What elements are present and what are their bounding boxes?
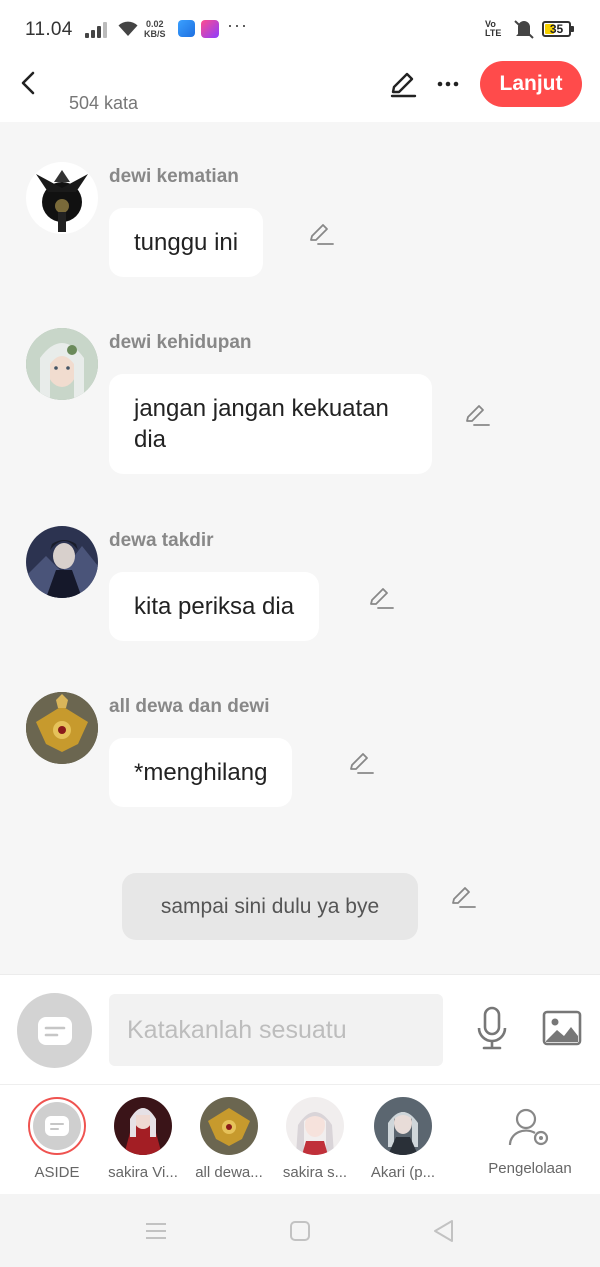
menu-nav-button[interactable] [141,1218,171,1244]
avatar-dewi-kehidupan[interactable] [26,328,98,400]
user-settings-icon [508,1108,549,1146]
triangle-back-icon [434,1220,453,1242]
character-label: all dewa... [195,1164,263,1181]
speaker-name: dewi kematian [109,166,239,187]
network-speed: 0.02 KB/S [144,19,166,39]
back-button[interactable] [14,68,42,98]
avatar-all-dewa-dan-dewi[interactable] [26,692,98,764]
app-notification-icon [178,20,195,37]
edit-message-button[interactable] [366,583,396,613]
microphone-icon [477,1006,507,1050]
pencil-icon [466,405,490,426]
message-bubble[interactable]: tunggu ini [109,208,264,277]
more-icon [437,81,459,87]
battery-icon: 35 [542,21,571,37]
narration-bubble[interactable]: sampai sini dulu ya bye [122,873,418,940]
avatar-dewi-kematian[interactable] [26,162,98,234]
app-notification-icon-2 [201,20,219,38]
speaker-name: dewi kehidupan [109,332,252,353]
edit-message-button[interactable] [462,400,492,430]
manage-characters-button[interactable]: Pengelolaan [480,1107,580,1177]
character-sakira-s[interactable]: sakira s... [272,1097,358,1181]
system-nav-bar [0,1194,600,1267]
back-nav-button[interactable] [428,1218,458,1244]
mute-icon [514,20,534,39]
message-bubble[interactable]: kita periksa dia [109,572,320,641]
edit-message-button[interactable] [306,219,336,249]
pencil-icon [390,72,417,98]
character-all-dewa[interactable]: all dewa... [186,1097,272,1181]
insert-image-button[interactable] [541,1008,583,1048]
character-avatar [28,1097,86,1155]
menu-icon [146,1223,166,1239]
speaker-name: dewa takdir [109,530,214,551]
message-bubble[interactable]: jangan jangan kekuatan dia [109,374,432,474]
character-sakira-vi[interactable]: sakira Vi... [100,1097,186,1181]
square-icon [290,1221,310,1241]
character-akari[interactable]: Akari (p... [360,1097,446,1181]
wifi-icon [118,21,138,36]
voice-input-button[interactable] [471,1005,513,1051]
edit-narration-button[interactable] [448,882,478,912]
volte-icon: Vo LTE [485,19,502,38]
pencil-icon [452,887,476,908]
word-count: 504 kata [69,93,139,113]
character-label: sakira Vi... [108,1164,178,1181]
pencil-icon [350,753,374,774]
message-input[interactable] [109,994,443,1066]
message-square-icon [37,1016,72,1045]
message-bubble[interactable]: *menghilang [109,738,293,807]
status-more: ··· [227,15,248,35]
character-avatar [286,1097,344,1155]
character-avatar [374,1097,432,1155]
more-options-button[interactable] [432,68,464,100]
edit-message-button[interactable] [346,748,376,778]
battery-tip [571,26,574,32]
status-bar: 11.04 0.02 KB/S ··· Vo LTE 35 [0,0,600,58]
status-time: 11.04 [25,19,73,40]
aside-toggle-button[interactable] [17,993,92,1068]
composer-bar [0,974,600,1084]
pencil-icon [370,588,394,609]
editor-header: 504 kata Lanjut [0,58,600,122]
signal-icon [85,22,109,38]
character-avatar [200,1097,258,1155]
character-bar: ASIDE sakira Vi... all dewa... sakira s.… [0,1084,600,1194]
chevron-left-icon [21,71,35,95]
next-button[interactable]: Lanjut [480,61,582,107]
character-label: ASIDE [34,1164,80,1181]
manage-label: Pengelolaan [488,1160,572,1177]
avatar-dewa-takdir[interactable] [26,526,98,598]
character-label: Akari (p... [370,1164,436,1181]
character-avatar [114,1097,172,1155]
message-square-icon [45,1116,69,1136]
character-aside[interactable]: ASIDE [14,1097,100,1181]
image-icon [542,1010,582,1046]
character-label: sakira s... [282,1164,348,1181]
home-nav-button[interactable] [285,1218,315,1244]
speaker-name: all dewa dan dewi [109,696,270,717]
pencil-icon [310,224,334,245]
edit-button[interactable] [387,68,419,100]
